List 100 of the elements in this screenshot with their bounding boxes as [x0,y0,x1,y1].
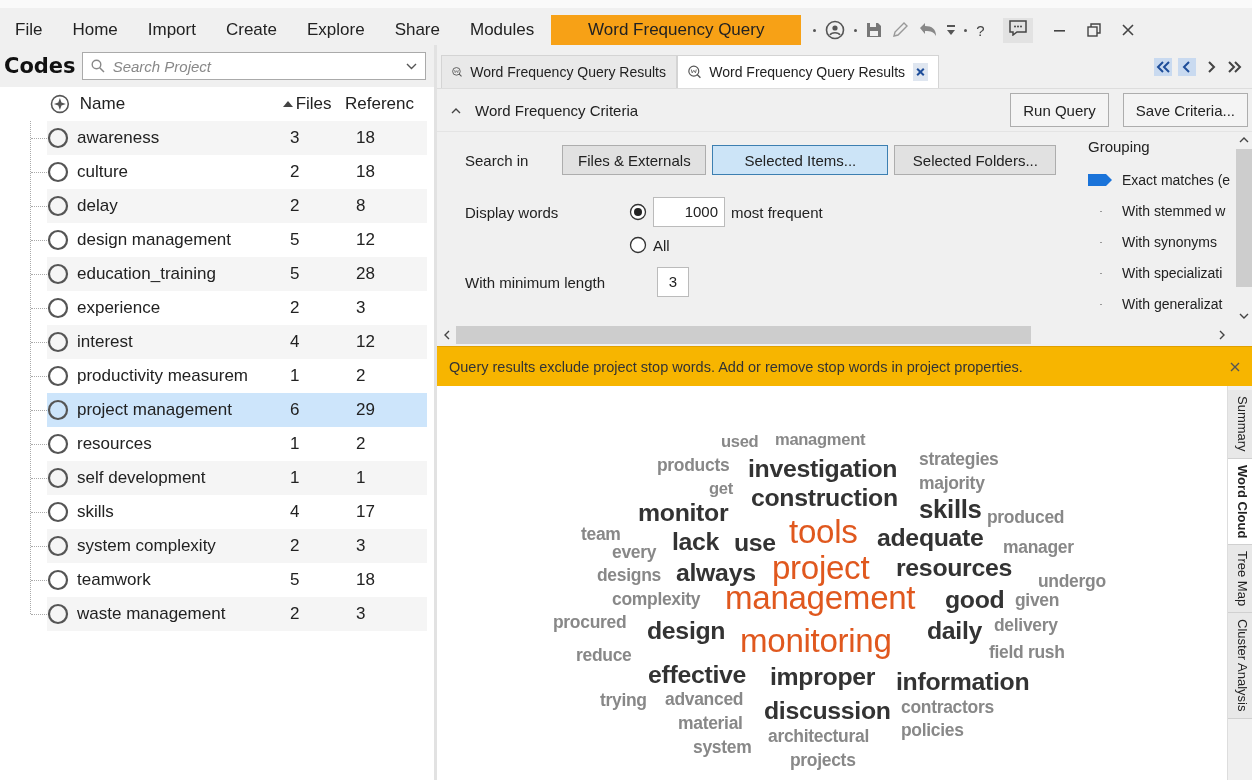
code-name: delay [77,196,119,216]
undo-icon[interactable] [918,22,939,38]
file-count: 1 [289,366,301,386]
code-row[interactable]: culture 2 18 [47,155,427,189]
query-result-tab[interactable]: Word Frequency Query Results [677,55,939,88]
double-chevron-left-icon[interactable] [1154,58,1172,76]
code-name: interest [77,332,134,352]
column-header[interactable]: Name [79,94,273,114]
circle-icon [47,399,69,421]
chevron-left-icon[interactable] [1178,58,1196,76]
column-header[interactable]: Files [295,94,332,114]
code-row[interactable]: resources 1 2 [47,427,427,461]
reference-count: 17 [355,502,375,522]
code-row[interactable]: project management 6 29 [47,393,427,427]
grouping-option[interactable]: With generalizat [1122,296,1223,312]
code-row[interactable]: waste management 2 3 [47,597,427,631]
cloud-word: given [1015,592,1060,610]
code-row[interactable]: experience 2 3 [47,291,427,325]
query-result-tab[interactable]: Word Frequency Query Results [441,55,677,88]
chevron-left-icon[interactable] [443,330,450,340]
save-criteria-button[interactable]: Save Criteria... [1122,93,1248,127]
cloud-word: used [721,433,759,451]
close-icon[interactable] [1120,23,1135,37]
circle-icon [47,127,69,149]
cloud-word: architectural [768,728,869,746]
chevron-up-icon[interactable] [1239,136,1249,143]
menu-tab[interactable]: File [0,15,58,45]
cloud-word: every [612,544,657,562]
circle-icon [47,229,69,251]
scope-button[interactable]: Selected Folders... [894,145,1057,175]
menu-tab[interactable]: Import [132,15,211,45]
cloud-word: get [709,480,733,498]
reference-count: 1 [355,468,366,488]
menu-tab[interactable]: Home [57,15,133,45]
code-row[interactable]: system complexity 2 3 [47,529,427,563]
grouping-option[interactable]: With synonyms [1122,234,1217,250]
help-button[interactable]: ? [976,21,985,39]
number-field[interactable]: 1000 [653,197,725,227]
restore-icon[interactable] [1086,23,1101,37]
add-circle-icon[interactable] [50,94,70,114]
reference-count: 8 [355,196,366,216]
view-tab[interactable]: Cluster Analysis [1228,613,1252,719]
close-icon[interactable] [913,63,928,81]
dropdown-icon[interactable] [947,24,956,36]
sort-up-icon [282,101,293,107]
search-field[interactable]: Search Project [81,52,426,80]
circle-icon [47,161,69,183]
save-icon[interactable] [866,22,883,38]
view-tab[interactable]: Word Cloud [1228,458,1252,546]
code-row[interactable]: teamwork 5 18 [47,563,427,597]
reference-count: 3 [355,604,366,624]
scope-button[interactable]: Files & Externals [562,145,707,175]
circle-icon [47,501,69,523]
reference-count: 29 [355,400,375,420]
code-row[interactable]: self development 1 1 [47,461,427,495]
column-header[interactable]: Referenc [345,94,434,114]
close-icon[interactable] [1230,361,1240,372]
code-row[interactable]: education_training 5 28 [47,257,427,291]
chevron-up-icon[interactable] [451,106,461,114]
reference-count: 3 [355,298,366,318]
code-name: skills [77,502,115,522]
code-row[interactable]: delay 2 8 [47,189,427,223]
query-icon [688,64,702,80]
grouping-option[interactable]: With stemmed w [1122,203,1226,219]
menu-tab[interactable]: Explore [292,15,380,45]
menu-tab[interactable]: Modules [455,15,550,45]
menu-tab[interactable]: Share [379,15,455,45]
view-tab[interactable]: Tree Map [1228,545,1252,614]
cloud-word: improper [770,664,876,690]
cloud-word: complexity [612,591,701,609]
radio-button[interactable] [629,203,647,221]
chevron-down-icon[interactable] [406,63,417,70]
menu-tab[interactable]: Create [210,15,292,45]
cloud-word: reduce [576,647,632,665]
cloud-word: projects [790,752,856,770]
file-count: 2 [289,162,301,182]
code-row[interactable]: skills 4 17 [47,495,427,529]
slider-thumb[interactable] [1088,174,1112,186]
cloud-word: contractors [901,699,994,717]
scope-button[interactable]: Selected Items... [712,145,889,175]
cloud-word: design [647,618,726,644]
grouping-option[interactable]: With specializati [1122,265,1223,281]
code-row[interactable]: productivity measurem 1 2 [47,359,427,393]
grouping-option[interactable]: Exact matches (e [1122,172,1231,188]
run-query-button[interactable]: Run Query [1010,93,1109,127]
radio-button[interactable] [629,236,647,254]
view-tab[interactable]: Summary [1228,390,1252,459]
chat-button[interactable] [1002,17,1033,43]
code-row[interactable]: awareness 3 18 [47,121,427,155]
menu-tab[interactable]: Word Frequency Query [551,15,802,45]
user-icon[interactable] [825,20,846,40]
code-row[interactable]: design management 5 12 [47,223,427,257]
cloud-word: skills [919,497,982,523]
file-count: 2 [289,604,301,624]
file-count: 2 [289,298,301,318]
number-field[interactable]: 3 [657,267,689,297]
chevron-down-icon[interactable] [1239,313,1249,320]
cloud-word: produced [987,509,1065,527]
chevron-right-icon[interactable] [1219,330,1226,340]
code-row[interactable]: interest 4 12 [47,325,427,359]
